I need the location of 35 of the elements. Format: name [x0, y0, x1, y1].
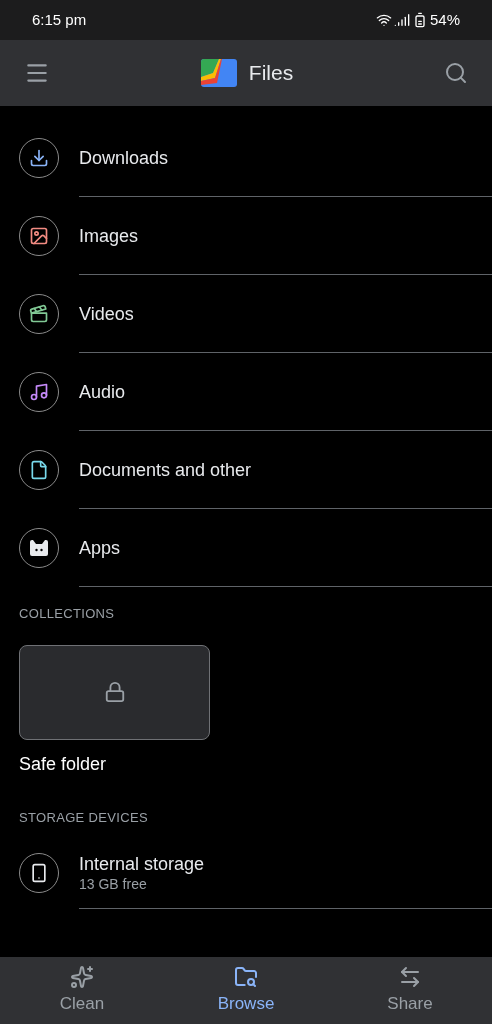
status-time: 6:15 pm: [32, 9, 87, 30]
category-item[interactable]: Audio: [0, 353, 492, 431]
category-item[interactable]: Documents and other: [0, 431, 492, 509]
lock-icon: [103, 681, 126, 703]
category-item[interactable]: Apps: [0, 509, 492, 587]
section-heading: STORAGE DEVICES: [19, 808, 149, 827]
folder-search-icon: [234, 964, 258, 989]
category-label: Apps: [79, 536, 121, 560]
files-logo: [200, 59, 237, 87]
sparkles-icon: [70, 964, 94, 989]
nav-tab[interactable]: Share: [328, 957, 492, 1024]
search-icon: [444, 61, 468, 85]
category-label: Audio: [79, 380, 126, 404]
signal-icon: [393, 12, 410, 28]
safe-folder-card[interactable]: [19, 644, 210, 740]
category-label: Images: [79, 224, 139, 248]
category-label: Documents and other: [79, 458, 252, 482]
wifi-icon: [375, 12, 392, 28]
nav-tab[interactable]: Clean: [0, 957, 164, 1024]
android-icon: [29, 539, 49, 557]
collection-label: Safe folder: [19, 752, 108, 776]
section-heading: COLLECTIONS: [19, 605, 116, 623]
phone-icon: [29, 863, 49, 883]
category-item[interactable]: Downloads: [0, 119, 492, 197]
storage-label: Internal storage: [79, 853, 205, 875]
category-label: Videos: [79, 302, 134, 326]
category-item[interactable]: Images: [0, 197, 492, 275]
storage-item[interactable]: Internal storage 13 GB free: [0, 827, 492, 919]
category-label: Downloads: [79, 146, 169, 170]
app-title: Files: [248, 60, 294, 87]
storage-detail: 13 GB free: [79, 875, 148, 893]
battery-percent: 54%: [429, 9, 460, 30]
swap-arrows-icon: [398, 964, 422, 989]
category-item[interactable]: Videos: [0, 275, 492, 353]
nav-tab[interactable]: Browse: [164, 957, 328, 1024]
